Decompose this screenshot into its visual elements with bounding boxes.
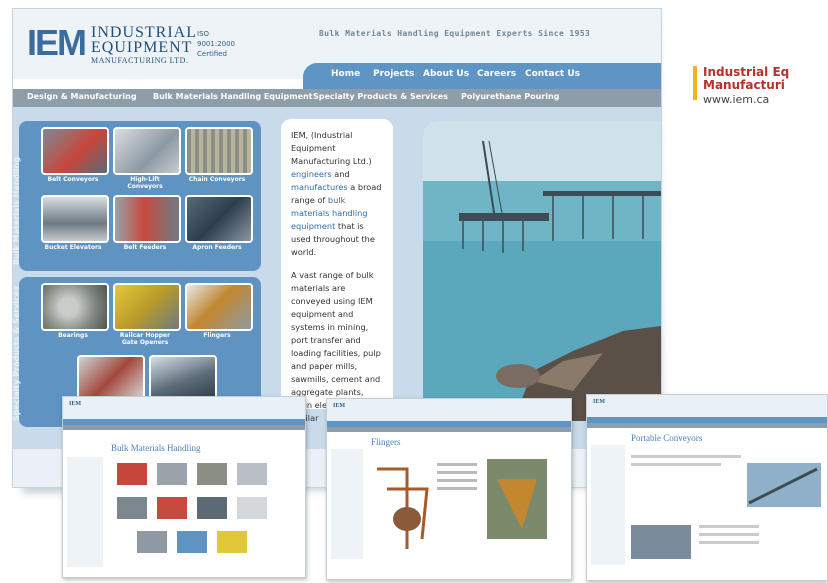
intro-paragraph-1: IEM, (Industrial Equipment Manufacturing…: [291, 129, 383, 259]
category-nav: Design & Manufacturing Bulk Materials Ha…: [13, 89, 661, 107]
tile-bucket-elevators[interactable]: Bucket Elevators: [41, 195, 109, 251]
thumb-logo: IEM: [69, 401, 81, 407]
thumb-content: [591, 445, 821, 565]
logo-line-1: INDUSTRIAL: [91, 24, 197, 41]
site-tagline: Bulk Materials Handling Equipment Expert…: [319, 29, 591, 38]
tile-label: Belt Conveyors: [47, 176, 99, 183]
bearings-image: [41, 283, 109, 331]
tile-bearings[interactable]: Bearings: [41, 283, 109, 339]
thumb-title: Bulk Materials Handling: [111, 443, 201, 453]
thumb-logo: IEM: [333, 403, 345, 409]
nav-contact-us[interactable]: Contact Us: [525, 69, 580, 79]
iso-line-2: 9001:2000: [197, 40, 235, 48]
tile-belt-feeders[interactable]: Belt Feeders: [113, 195, 181, 251]
hero-photo: [423, 121, 661, 421]
brand-name-line-2: Manufacturi: [703, 78, 785, 92]
brand-accent-bar: [693, 66, 697, 100]
tile-label: Belt Feeders: [123, 244, 167, 251]
tile-label: Apron Feeders: [192, 244, 242, 251]
thumb-title: Flingers: [371, 437, 401, 447]
specialty-panel-side: Specialty Products & Services: [13, 277, 35, 427]
tile-chain-conveyors[interactable]: Chain Conveyors: [185, 127, 253, 183]
belt-feeders-image: [113, 195, 181, 243]
tile-label: Railcar Hopper Gate Openers: [119, 332, 171, 346]
tile-label: Bucket Elevators: [44, 244, 102, 251]
tile-flingers[interactable]: Flingers: [185, 283, 253, 339]
pier-illustration: [423, 121, 661, 421]
logo-text: INDUSTRIAL EQUIPMENT MANUFACTURING LTD.: [91, 25, 197, 66]
intro-text: IEM, (Industrial Equipment Manufacturing…: [281, 119, 393, 423]
specialty-panel-title: Specialty Products & Services: [12, 286, 21, 421]
thumb-logo: IEM: [593, 399, 605, 405]
logo-line-2: EQUIPMENT: [91, 39, 193, 56]
tile-apron-feeders[interactable]: Apron Feeders: [185, 195, 253, 251]
nav-home[interactable]: Home: [331, 69, 360, 79]
high-lift-conveyors-image: [113, 127, 181, 175]
subnav-bulk[interactable]: Bulk Materials Handling Equipment: [153, 92, 312, 101]
apron-feeders-image: [185, 195, 253, 243]
belt-conveyors-image: [41, 127, 109, 175]
tile-high-lift-conveyors[interactable]: High-Lift Conveyors: [113, 127, 181, 190]
tile-label: Bearings: [58, 332, 88, 339]
bucket-elevators-image: [41, 195, 109, 243]
iso-line-1: ISO: [197, 30, 210, 38]
subnav-specialty[interactable]: Specialty Products & Services: [313, 92, 448, 101]
thumb-subnav: [587, 423, 827, 428]
subnav-design[interactable]: Design & Manufacturing: [27, 92, 137, 101]
intro-text-segment: IEM, (Industrial Equipment Manufacturing…: [291, 130, 372, 166]
tile-label: Chain Conveyors: [188, 176, 246, 183]
thumbnail-portable-conveyors[interactable]: IEM Portable Conveyors: [586, 394, 828, 581]
brand-caption: Industrial Eq Manufacturi www.iem.ca: [693, 66, 789, 108]
iso-certification: ISO 9001:2000 Certified: [197, 29, 235, 59]
thumb-subnav: [63, 425, 305, 430]
main-nav: Home Projects About Us Careers Contact U…: [303, 63, 661, 89]
tile-label: High-Lift Conveyors: [127, 176, 163, 190]
logo-line-3: MANUFACTURING LTD.: [91, 56, 189, 65]
thumb-title: Portable Conveyors: [631, 433, 703, 443]
railcar-gate-openers-image: [113, 283, 181, 331]
bulk-panel-side: Bulk Materials Handling: [13, 121, 35, 271]
thumb-content: [67, 457, 267, 567]
thumb-header: IEM: [587, 395, 827, 417]
logo-mark: IEM: [27, 22, 87, 63]
nav-about-us[interactable]: About Us: [423, 69, 469, 79]
subnav-polyurethane[interactable]: Polyurethane Pouring: [461, 92, 559, 101]
thumb-content: [331, 449, 547, 559]
flingers-image: [185, 283, 253, 331]
thumbnail-bulk-materials[interactable]: IEM Bulk Materials Handling: [62, 396, 306, 578]
nav-projects[interactable]: Projects: [373, 69, 414, 79]
bulk-materials-panel: Bulk Materials Handling Belt Conveyors H…: [13, 121, 261, 271]
thumb-header: IEM: [327, 399, 571, 421]
link-manufactures[interactable]: manufactures: [291, 182, 348, 192]
thumbnail-flingers[interactable]: IEM Flingers: [326, 398, 572, 580]
nav-careers[interactable]: Careers: [477, 69, 516, 79]
iso-line-3: Certified: [197, 50, 227, 58]
tile-label: Flingers: [203, 332, 231, 339]
thumb-header: IEM: [63, 397, 305, 419]
chain-conveyors-image: [185, 127, 253, 175]
brand-url[interactable]: www.iem.ca: [703, 92, 789, 108]
tile-belt-conveyors[interactable]: Belt Conveyors: [41, 127, 109, 183]
bulk-panel-title: Bulk Materials Handling: [12, 156, 21, 265]
company-logo[interactable]: IEM INDUSTRIAL EQUIPMENT MANUFACTURING L…: [27, 19, 197, 69]
thumb-subnav: [327, 427, 571, 432]
intro-text-segment: and: [334, 169, 350, 179]
link-engineers[interactable]: engineers: [291, 169, 332, 179]
tile-railcar-hopper-gate-openers[interactable]: Railcar Hopper Gate Openers: [113, 283, 181, 346]
